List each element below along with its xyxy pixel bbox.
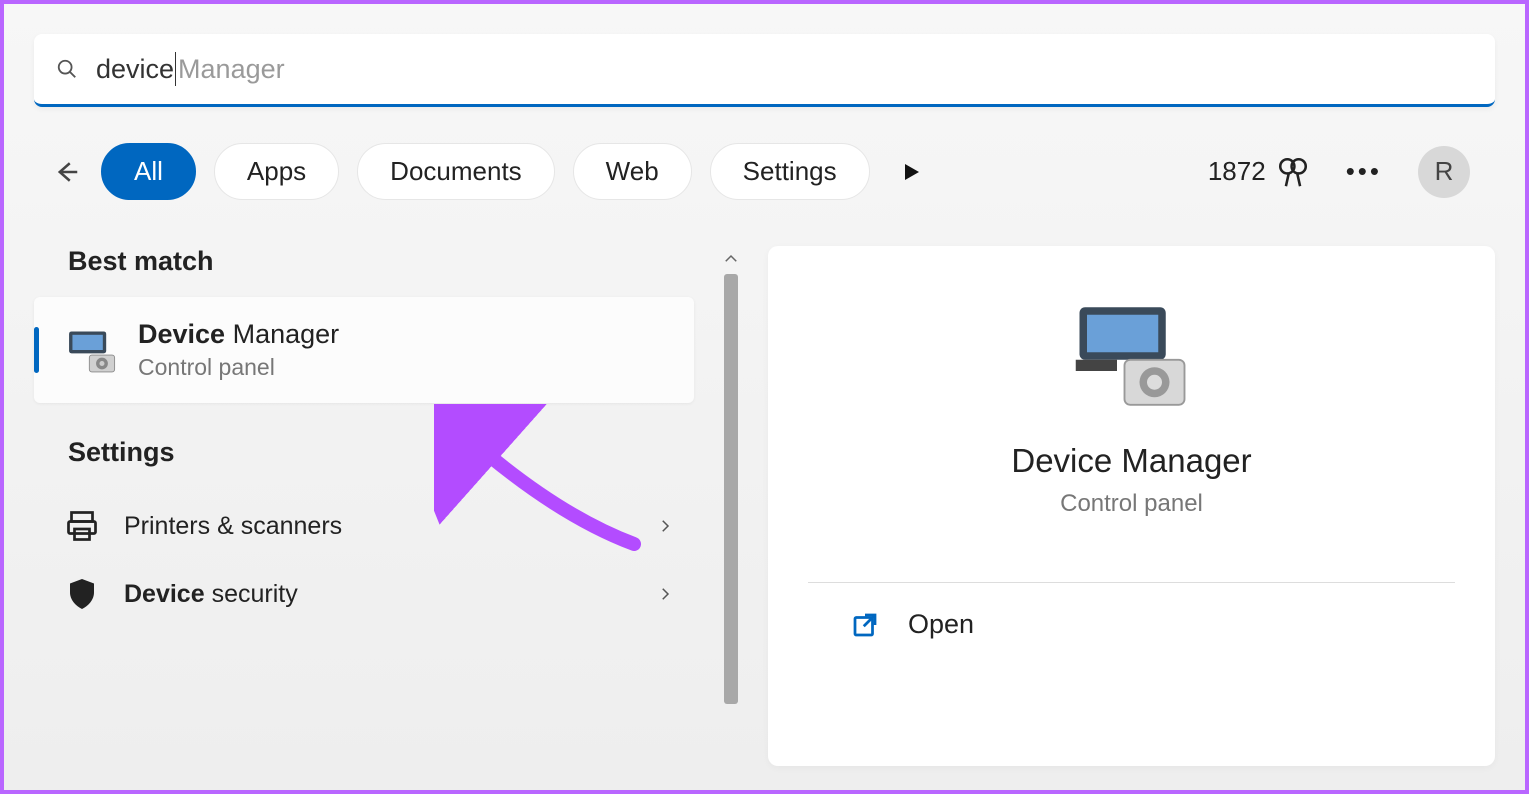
results-column: Best match Device Manager Control panel … [34,246,694,766]
filter-row: All Apps Documents Web Settings 1872 •••… [34,143,1495,200]
tab-documents[interactable]: Documents [357,143,555,200]
settings-item-device-security[interactable]: Device security [34,560,694,628]
scroll-up-button[interactable] [718,246,744,272]
best-match-heading: Best match [34,246,694,297]
tab-all[interactable]: All [101,143,196,200]
open-external-icon [850,610,880,640]
scrollbar[interactable] [718,246,744,766]
shield-icon [64,576,100,612]
detail-title: Device Manager [1011,442,1251,480]
points-value: 1872 [1208,156,1266,187]
user-avatar[interactable]: R [1418,146,1470,198]
search-box[interactable]: device Manager [34,34,1495,107]
search-input[interactable]: device Manager [96,52,285,86]
result-title: Device Manager [138,319,339,350]
printer-icon [64,508,100,544]
rewards-points[interactable]: 1872 [1208,155,1310,189]
result-title-bold: Device [138,319,225,349]
search-typed-text: device [96,54,174,85]
action-open[interactable]: Open [808,583,1455,640]
chevron-right-icon [656,585,674,603]
settings-heading: Settings [34,437,694,488]
settings-item-label: Device security [124,580,298,609]
tab-web[interactable]: Web [573,143,692,200]
settings-item-label: Printers & scanners [124,512,342,541]
device-manager-icon [64,323,118,377]
scrollbar-thumb[interactable] [724,274,738,704]
settings-item-printers[interactable]: Printers & scanners [34,492,694,560]
tab-settings[interactable]: Settings [710,143,870,200]
chevron-right-icon [656,517,674,535]
device-manager-large-icon [1072,296,1192,416]
search-autocomplete-text: Manager [178,54,285,85]
tab-label: All [134,156,163,186]
medal-icon [1276,155,1310,189]
action-label: Open [908,609,974,640]
detail-subtitle: Control panel [1060,490,1203,518]
best-match-result[interactable]: Device Manager Control panel [34,297,694,403]
more-button[interactable]: ••• [1328,156,1400,187]
text-cursor [175,52,176,86]
back-button[interactable] [49,155,83,189]
detail-panel: Device Manager Control panel Open [768,246,1495,766]
result-title-rest: Manager [225,319,339,349]
tab-apps[interactable]: Apps [214,143,339,200]
play-icon[interactable] [896,157,926,187]
tab-label: Web [606,156,659,186]
tab-label: Apps [247,156,306,186]
search-icon [56,58,78,80]
result-subtitle: Control panel [138,354,339,381]
avatar-initial: R [1435,156,1454,187]
tab-label: Settings [743,156,837,186]
tab-label: Documents [390,156,522,186]
